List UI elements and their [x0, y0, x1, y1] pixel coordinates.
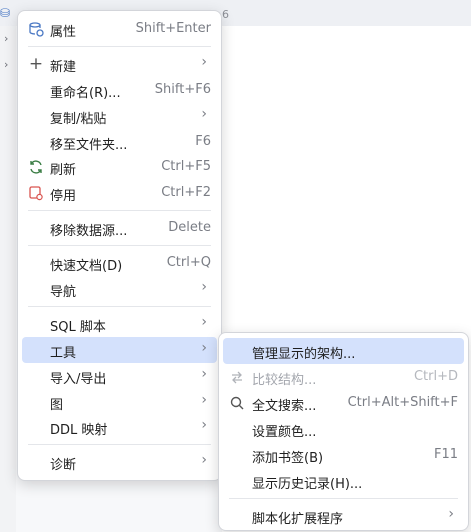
chevron-right-icon: › [201, 365, 207, 382]
menu-item-label: 新建 [50, 59, 77, 75]
context-menu: 属性 Shift+Enter + 新建 › 重命名(R)... Shift+F6… [17, 10, 222, 481]
menu-item-shortcut: Ctrl+Q [166, 255, 211, 271]
separator [229, 498, 458, 499]
menu-item-diagrams[interactable]: 图 › [22, 389, 217, 415]
menu-item-label: 图 [50, 397, 64, 413]
disconnect-icon [28, 185, 44, 201]
refresh-icon [28, 159, 44, 175]
menu-item-quick-doc[interactable]: 快速文档(D) Ctrl+Q [22, 250, 217, 276]
datasource-icon: ⛁ [0, 6, 11, 20]
menu-item-properties[interactable]: 属性 Shift+Enter [22, 16, 217, 42]
menu-item-full-text-search[interactable]: 全文搜索... Ctrl+Alt+Shift+F [223, 390, 464, 416]
menu-item-shortcut: F11 [433, 447, 458, 462]
chevron-right-icon: › [448, 506, 454, 522]
menu-item-scripted-extensions[interactable]: 脚本化扩展程序 › [223, 503, 464, 529]
chevron-right-icon[interactable]: › [4, 58, 8, 71]
chevron-right-icon[interactable]: › [4, 32, 8, 45]
menu-item-label: 刷新 [50, 163, 77, 179]
menu-item-shortcut: Ctrl+F5 [161, 159, 211, 175]
menu-item-shortcut: Ctrl+D [413, 369, 458, 384]
menu-item-remove-datasource[interactable]: 移除数据源... Delete [22, 215, 217, 241]
menu-item-shortcut: Shift+Enter [135, 21, 211, 36]
chevron-right-icon: › [201, 417, 207, 434]
chevron-right-icon: › [201, 105, 207, 122]
menu-item-import-export[interactable]: 导入/导出 › [22, 363, 217, 389]
menu-item-label: 属性 [50, 25, 77, 40]
menu-item-label: 工具 [50, 345, 77, 361]
separator [28, 210, 211, 212]
menu-item-sql-scripts[interactable]: SQL 脚本 › [22, 311, 217, 337]
menu-item-rename[interactable]: 重命名(R)... Shift+F6 [22, 77, 217, 103]
menu-item-label: 添加书签(B) [252, 451, 324, 466]
menu-item-shortcut: Ctrl+F2 [161, 185, 211, 201]
menu-item-label: 管理显示的架构... [252, 347, 356, 362]
menu-item-new[interactable]: + 新建 › [22, 51, 217, 77]
menu-item-refresh[interactable]: 刷新 Ctrl+F5 [22, 154, 217, 180]
menu-item-label: 复制/粘贴 [50, 111, 107, 127]
separator [28, 245, 211, 247]
search-icon [229, 395, 245, 411]
menu-item-label: SQL 脚本 [50, 319, 106, 335]
compare-icon [229, 369, 245, 385]
tree-gutter: › › [0, 26, 16, 532]
chevron-right-icon: › [201, 452, 207, 469]
menu-item-label: 移除数据源... [50, 224, 128, 240]
menu-item-label: 停用 [50, 189, 77, 205]
menu-item-label: 移至文件夹... [50, 137, 128, 153]
menu-item-set-color[interactable]: 设置颜色... [223, 416, 464, 442]
menu-item-label: 设置颜色... [252, 425, 317, 440]
menu-item-compare-structure[interactable]: 比较结构... Ctrl+D [223, 364, 464, 390]
plus-icon: + [28, 53, 44, 74]
menu-item-label: 重命名(R)... [50, 85, 121, 101]
menu-item-label: 比较结构... [252, 373, 317, 388]
database-properties-icon [28, 21, 44, 37]
menu-item-disable[interactable]: 停用 Ctrl+F2 [22, 180, 217, 206]
menu-item-copy-paste[interactable]: 复制/粘贴 › [22, 103, 217, 129]
tools-submenu: 管理显示的架构... 比较结构... Ctrl+D 全文搜索... Ctrl+A… [218, 332, 469, 531]
menu-item-label: 脚本化扩展程序 [252, 512, 344, 527]
menu-item-shortcut: Delete [168, 220, 211, 236]
menu-item-label: 导入/导出 [50, 371, 107, 387]
chevron-right-icon: › [201, 391, 207, 408]
chevron-right-icon: › [201, 279, 207, 296]
menu-item-move-to-folder[interactable]: 移至文件夹... F6 [22, 129, 217, 155]
menu-item-label: 导航 [50, 285, 77, 301]
menu-item-shortcut: Shift+F6 [154, 81, 211, 97]
chevron-right-icon: › [201, 313, 207, 330]
menu-item-tools[interactable]: 工具 › [22, 336, 217, 363]
menu-item-label: 显示历史记录(H)... [252, 477, 363, 492]
menu-item-show-history[interactable]: 显示历史记录(H)... [223, 468, 464, 494]
menu-item-label: 诊断 [50, 458, 77, 474]
menu-item-diagnostics[interactable]: 诊断 › [22, 449, 217, 475]
menu-item-label: 快速文档(D) [50, 259, 123, 275]
chevron-right-icon: › [201, 53, 207, 70]
menu-item-label: DDL 映射 [50, 423, 108, 439]
separator [28, 45, 211, 47]
tab-fragment: 6 [222, 8, 229, 21]
chevron-right-icon: › [201, 339, 207, 356]
separator [28, 444, 211, 446]
menu-item-manage-schemas[interactable]: 管理显示的架构... [223, 338, 464, 364]
menu-item-label: 全文搜索... [252, 399, 317, 414]
menu-item-navigate[interactable]: 导航 › [22, 276, 217, 302]
separator [28, 305, 211, 307]
menu-item-add-bookmark[interactable]: 添加书签(B) F11 [223, 442, 464, 468]
menu-item-shortcut: Ctrl+Alt+Shift+F [347, 395, 458, 410]
menu-item-ddl-mapping[interactable]: DDL 映射 › [22, 414, 217, 440]
menu-item-shortcut: F6 [195, 133, 211, 149]
